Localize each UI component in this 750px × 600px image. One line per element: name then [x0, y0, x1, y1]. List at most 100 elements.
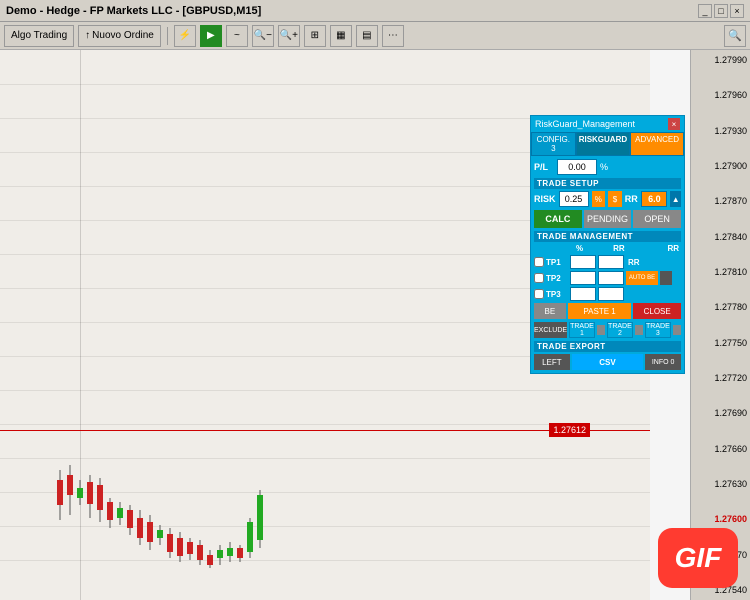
price-4: 1.27900: [694, 161, 747, 171]
chart-area: 1.27612 1.27990 1.27960 1.27930 1.27900 …: [0, 50, 750, 600]
trade3-button[interactable]: TRADE 3: [645, 322, 671, 338]
title-bar: Demo - Hedge - FP Markets LLC - [GBPUSD,…: [0, 0, 750, 22]
tp3-label: TP3: [546, 290, 568, 299]
maximize-button[interactable]: □: [714, 4, 728, 18]
price-14: 1.27600: [694, 514, 747, 524]
rr-input[interactable]: [641, 191, 667, 207]
trade-row: EXCLUDE TRADE 1 TRADE 2 TRADE 3: [534, 322, 681, 338]
tp1-checkbox[interactable]: [534, 257, 544, 267]
close-button[interactable]: ×: [730, 4, 744, 18]
window-controls: _ □ ×: [698, 4, 744, 18]
toolbar-icon-9[interactable]: ⋯: [382, 25, 404, 47]
tp3-rr-input[interactable]: [598, 287, 624, 301]
tp1-label: TP1: [546, 258, 568, 267]
pa-label: P/L: [534, 162, 554, 172]
price-axis: 1.27990 1.27960 1.27930 1.27900 1.27870 …: [690, 50, 750, 600]
col-rr-label: RR: [613, 244, 625, 253]
risk-row: RISK % $ RR ▲: [534, 191, 681, 207]
trade2-button[interactable]: TRADE 2: [607, 322, 633, 338]
tp1-pct-input[interactable]: [570, 255, 596, 269]
price-13: 1.27630: [694, 479, 747, 489]
toolbar-icon-3[interactable]: ~: [226, 25, 248, 47]
risk-input[interactable]: [559, 191, 589, 207]
close-trade-button[interactable]: CLOSE: [633, 303, 681, 319]
trade-export-label: TRADE EXPORT: [534, 341, 681, 352]
panel-tab-riskguard[interactable]: RISKGUARD: [576, 132, 630, 156]
panel-title: RiskGuard_Management: [535, 119, 635, 129]
trade1-button[interactable]: TRADE 1: [569, 322, 595, 338]
auto-be-extra[interactable]: [660, 271, 672, 285]
col-rr2-label: RR: [667, 244, 679, 253]
window-title: Demo - Hedge - FP Markets LLC - [GBPUSD,…: [6, 5, 261, 17]
grid-line: [0, 84, 650, 85]
col-pct-label: %: [576, 244, 583, 253]
open-button[interactable]: OPEN: [633, 210, 681, 228]
calc-button[interactable]: CALC: [534, 210, 582, 228]
info-button[interactable]: INFO 0: [645, 354, 681, 370]
trade-mgmt-label: TRADE MANAGEMENT: [534, 231, 681, 242]
price-9: 1.27750: [694, 338, 747, 348]
nuovo-ordine-label: Nuovo Ordine: [92, 30, 154, 41]
price-line-label: 1.27612: [549, 423, 590, 437]
tp1-rr-input[interactable]: [598, 255, 624, 269]
rr-spin-button[interactable]: ▲: [670, 191, 681, 207]
panel-close-button[interactable]: ×: [668, 118, 680, 130]
toolbar-separator: [167, 27, 168, 45]
trade3-indicator: [673, 325, 681, 335]
auto-be-button[interactable]: AUTO BE: [626, 271, 658, 285]
tp2-row: TP2 AUTO BE: [534, 271, 681, 285]
algo-trading-button[interactable]: Algo Trading: [4, 25, 74, 47]
price-6: 1.27840: [694, 232, 747, 242]
tp2-pct-input[interactable]: [570, 271, 596, 285]
risk-pct-button[interactable]: %: [592, 191, 606, 207]
risk-dollar-button[interactable]: $: [608, 191, 622, 207]
price-12: 1.27660: [694, 444, 747, 454]
panel-tabs: CONFIG. 3 RISKGUARD ADVANCED: [531, 132, 684, 156]
nuovo-ordine-icon: ↑: [85, 30, 90, 41]
tp3-checkbox[interactable]: [534, 289, 544, 299]
gif-badge: GIF: [658, 528, 738, 588]
tp2-label: TP2: [546, 274, 568, 283]
toolbar-icon-2[interactable]: ▶: [200, 25, 222, 47]
price-3: 1.27930: [694, 126, 747, 136]
tp3-pct-input[interactable]: [570, 287, 596, 301]
toolbar-icon-6[interactable]: ⊞: [304, 25, 326, 47]
nuovo-ordine-button[interactable]: ↑ Nuovo Ordine: [78, 25, 161, 47]
panel-content: P/L % TRADE SETUP RISK % $ RR ▲ CALC PEN…: [531, 156, 684, 373]
toolbar-icon-5[interactable]: 🔍+: [278, 25, 300, 47]
mgmt-header: % RR RR: [534, 244, 681, 253]
pending-button[interactable]: PENDING: [584, 210, 632, 228]
toolbar-icon-4[interactable]: 🔍−: [252, 25, 274, 47]
paste1-button[interactable]: PASTE 1: [568, 303, 632, 319]
price-1: 1.27990: [694, 55, 747, 65]
search-button[interactable]: 🔍: [724, 25, 746, 47]
pa-row: P/L %: [534, 159, 681, 175]
tp2-checkbox[interactable]: [534, 273, 544, 283]
pa-pct: %: [600, 162, 608, 172]
csv-button[interactable]: CSV: [572, 354, 644, 370]
gif-text: GIF: [675, 542, 722, 574]
panel-titlebar: RiskGuard_Management ×: [531, 116, 684, 132]
exclude-button[interactable]: EXCLUDE: [534, 322, 567, 338]
bottom-action-row: BE PASTE 1 CLOSE: [534, 303, 681, 319]
tp2-rr-input[interactable]: [598, 271, 624, 285]
rr-label: RR: [625, 194, 639, 204]
algo-trading-label: Algo Trading: [11, 30, 67, 41]
panel-tab-advanced[interactable]: ADVANCED: [630, 132, 684, 156]
price-8: 1.27780: [694, 302, 747, 312]
be-button[interactable]: BE: [534, 303, 566, 319]
price-2: 1.27960: [694, 90, 747, 100]
export-row: LEFT CSV INFO 0: [534, 354, 681, 370]
trade2-indicator: [635, 325, 643, 335]
trade-setup-label: TRADE SETUP: [534, 178, 681, 189]
pa-input[interactable]: [557, 159, 597, 175]
toolbar-icon-8[interactable]: ▤: [356, 25, 378, 47]
left-button[interactable]: LEFT: [534, 354, 570, 370]
toolbar-icon-1[interactable]: ⚡: [174, 25, 196, 47]
trade1-indicator: [597, 325, 605, 335]
panel-tab-config[interactable]: CONFIG. 3: [531, 132, 576, 156]
price-7: 1.27810: [694, 267, 747, 277]
toolbar-icon-7[interactable]: ▦: [330, 25, 352, 47]
riskguard-panel: RiskGuard_Management × CONFIG. 3 RISKGUA…: [530, 115, 685, 374]
minimize-button[interactable]: _: [698, 4, 712, 18]
